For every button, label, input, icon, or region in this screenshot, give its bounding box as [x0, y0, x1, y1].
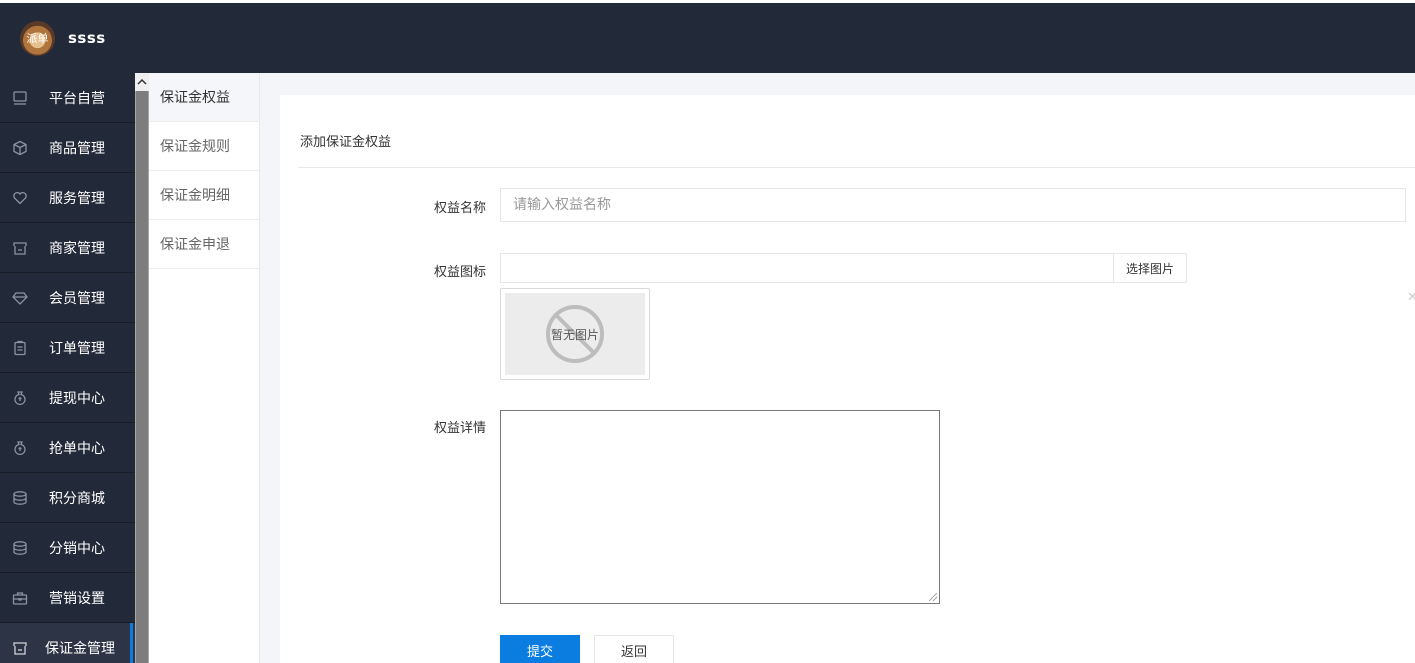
- submit-button[interactable]: 提交: [500, 635, 580, 663]
- back-button[interactable]: 返回: [594, 635, 674, 663]
- active-indicator: [130, 623, 133, 663]
- sidebar-item-services[interactable]: 服务管理: [0, 173, 135, 223]
- coins-icon: [11, 539, 29, 557]
- divider: [298, 167, 1415, 168]
- icon-label: 权益图标: [433, 265, 486, 280]
- coins-icon: [11, 489, 29, 507]
- page-title: 添加保证金权益: [300, 135, 392, 150]
- toolbox-icon: [11, 589, 29, 607]
- top-header: 派单 ssss: [0, 0, 1415, 73]
- benefit-name-input[interactable]: [500, 188, 1406, 222]
- sidebar-item-platform[interactable]: 平台自营: [0, 73, 135, 123]
- money-bag-icon: [11, 389, 29, 407]
- sidebar-item-label: 抢单中心: [49, 440, 105, 457]
- avatar[interactable]: 派单: [20, 20, 55, 56]
- sidebar-item-label: 分销中心: [49, 540, 105, 557]
- avatar-text: 派单: [26, 32, 49, 45]
- sidebar-item-label: 保证金管理: [45, 640, 115, 657]
- box-icon: [11, 139, 29, 157]
- store-icon: [11, 239, 29, 257]
- form-card: 添加保证金权益 ✕ 权益名称 权益图标 选择图片 暂无图片 权益详情 提交 返回: [280, 95, 1415, 663]
- store-icon: [11, 639, 29, 657]
- subnav-item-deposit-refund[interactable]: 保证金申退: [149, 220, 259, 269]
- sidebar-item-members[interactable]: 会员管理: [0, 273, 135, 323]
- sidebar-item-label: 提现中心: [49, 390, 105, 407]
- subnav-item-deposit-details[interactable]: 保证金明细: [149, 171, 259, 220]
- sidebar-item-label: 商家管理: [49, 240, 105, 257]
- sidebar-item-points-mall[interactable]: 积分商城: [0, 473, 135, 523]
- sidebar-item-grab-orders[interactable]: 抢单中心: [0, 423, 135, 473]
- sidebar-item-deposit[interactable]: 保证金管理: [0, 623, 135, 663]
- name-label: 权益名称: [433, 201, 486, 216]
- sidebar-item-label: 服务管理: [49, 190, 105, 207]
- benefit-icon-input[interactable]: [500, 253, 1114, 283]
- image-preview[interactable]: 暂无图片: [500, 288, 650, 380]
- sidebar-item-label: 订单管理: [49, 340, 105, 357]
- close-icon[interactable]: ✕: [1407, 290, 1415, 305]
- subnav-item-deposit-benefits[interactable]: 保证金权益: [149, 73, 259, 122]
- sidebar-item-label: 会员管理: [49, 290, 105, 307]
- sidebar-item-distribution[interactable]: 分销中心: [0, 523, 135, 573]
- resize-handle-icon[interactable]: [929, 593, 937, 601]
- subnav-item-deposit-rules[interactable]: 保证金规则: [149, 122, 259, 171]
- sidebar-item-withdraw[interactable]: 提现中心: [0, 373, 135, 423]
- sidebar-item-products[interactable]: 商品管理: [0, 123, 135, 173]
- sidebar-item-label: 营销设置: [49, 590, 105, 607]
- sidebar-item-label: 平台自营: [49, 90, 105, 107]
- monitor-icon: [11, 89, 29, 107]
- sidebar-item-label: 商品管理: [49, 140, 105, 157]
- select-image-button[interactable]: 选择图片: [1113, 253, 1187, 283]
- heart-icon: [11, 189, 29, 207]
- money-bag-icon: [11, 439, 29, 457]
- sidebar-item-marketing[interactable]: 营销设置: [0, 573, 135, 623]
- brand-name: ssss: [68, 29, 106, 47]
- detail-label: 权益详情: [433, 421, 486, 436]
- scroll-thumb[interactable]: [136, 91, 148, 663]
- no-image-text: 暂无图片: [550, 327, 599, 342]
- sidebar-item-merchants[interactable]: 商家管理: [0, 223, 135, 273]
- sidebar-item-label: 积分商城: [49, 490, 105, 507]
- diamond-icon: [11, 289, 29, 307]
- sub-navigation: 保证金权益 保证金规则 保证金明细 保证金申退: [149, 73, 260, 663]
- sidebar-item-orders[interactable]: 订单管理: [0, 323, 135, 373]
- scroll-up-arrow-icon[interactable]: [135, 73, 149, 91]
- clipboard-icon: [11, 339, 29, 357]
- main-content: 添加保证金权益 ✕ 权益名称 权益图标 选择图片 暂无图片 权益详情 提交 返回: [260, 73, 1415, 663]
- sidebar: 平台自营 商品管理 服务管理 商家管理 会员管理 订单管理 提现中心 抢单中心 …: [0, 73, 135, 663]
- benefit-detail-textarea[interactable]: [500, 410, 940, 604]
- sidebar-scrollbar[interactable]: [135, 73, 149, 663]
- no-image-placeholder: 暂无图片: [505, 293, 645, 375]
